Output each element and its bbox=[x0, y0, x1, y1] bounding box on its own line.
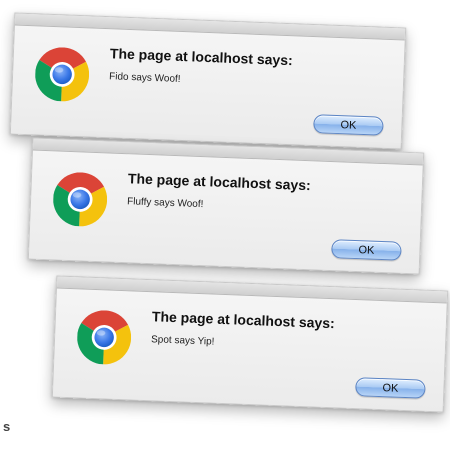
ok-button[interactable]: OK bbox=[331, 239, 402, 261]
dialog-message: Fido says Woof! bbox=[108, 71, 181, 85]
dialog-title: The page at localhost says: bbox=[127, 170, 312, 194]
ok-button[interactable]: OK bbox=[313, 114, 384, 136]
dialog-titlebar[interactable] bbox=[14, 13, 406, 41]
chrome-logo-icon bbox=[76, 309, 132, 365]
dialog-title: The page at localhost says: bbox=[109, 45, 294, 69]
chrome-logo-icon bbox=[52, 171, 108, 227]
alert-dialog-3: The page at localhost says: Spot says Yi… bbox=[51, 275, 449, 413]
dialog-message: Spot says Yip! bbox=[150, 334, 215, 348]
ok-button[interactable]: OK bbox=[355, 377, 426, 399]
dialog-message: Fluffy says Woof! bbox=[126, 196, 204, 211]
dialog-title: The page at localhost says: bbox=[151, 308, 336, 332]
chrome-logo-icon bbox=[34, 46, 90, 102]
dialog-titlebar[interactable] bbox=[56, 276, 448, 304]
alert-dialog-2: The page at localhost says: Fluffy says … bbox=[27, 137, 425, 275]
corner-text: s bbox=[3, 419, 11, 434]
alert-dialog-1: The page at localhost says: Fido says Wo… bbox=[9, 12, 407, 150]
